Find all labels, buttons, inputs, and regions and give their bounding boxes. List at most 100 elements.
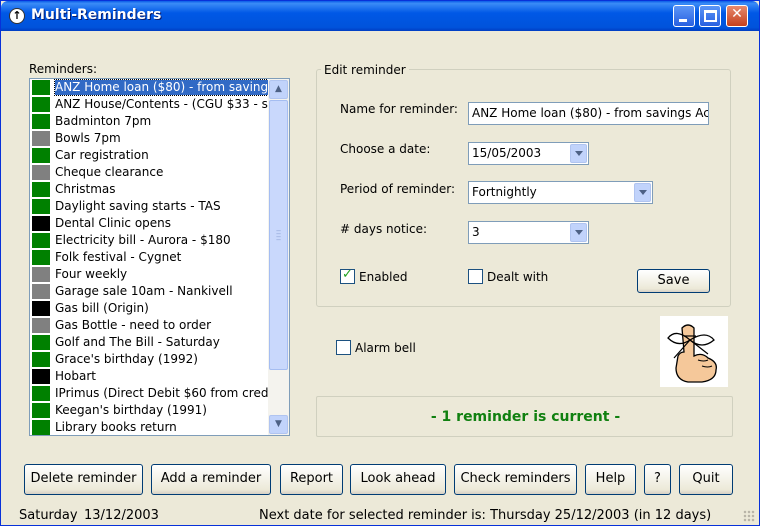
maximize-button[interactable]	[699, 5, 721, 27]
reminder-color-swatch	[32, 267, 50, 282]
reminders-listbox[interactable]: ANZ Home loan ($80) - from savings ANZ Ho…	[29, 78, 290, 436]
reminder-item-label: Library books return	[55, 420, 177, 434]
reminder-item[interactable]: ANZ House/Contents - (CGU $33 - s	[30, 96, 268, 113]
scroll-thumb[interactable]: ‒ ‒ ‒ ‒	[269, 100, 288, 370]
alarm-bell-checkbox[interactable]	[336, 340, 351, 355]
period-label: Period of reminder:	[340, 182, 456, 196]
reminder-color-swatch	[32, 97, 50, 112]
scroll-up-button[interactable]: ▲	[269, 80, 288, 99]
question-button[interactable]: ?	[644, 464, 671, 495]
enabled-label[interactable]: Enabled	[359, 270, 408, 284]
reminder-item-label: Bowls 7pm	[55, 131, 121, 145]
reminder-item[interactable]: Golf and The Bill - Saturday	[30, 334, 268, 351]
reminder-item[interactable]: ANZ Home loan ($80) - from savings	[30, 79, 268, 96]
date-label: Choose a date:	[340, 142, 431, 156]
reminder-item[interactable]: IPrimus (Direct Debit $60 from credit)	[30, 385, 268, 402]
reminder-color-swatch	[32, 80, 50, 95]
vertical-scrollbar[interactable]: ▲ ‒ ‒ ‒ ‒ ▼	[268, 79, 289, 435]
reminder-item-label: Cheque clearance	[55, 165, 164, 179]
reminder-item[interactable]: Christmas	[30, 181, 268, 198]
check-icon: ✓	[342, 267, 353, 282]
reminder-item[interactable]: Electricity bill - Aurora - $180	[30, 232, 268, 249]
reminder-color-swatch	[32, 199, 50, 214]
scroll-down-button[interactable]: ▼	[269, 415, 288, 434]
chevron-down-icon[interactable]	[634, 183, 651, 202]
resize-grip-icon[interactable]	[743, 510, 755, 522]
close-button[interactable]: ✕	[726, 5, 748, 27]
reminder-item[interactable]: Cheque clearance	[30, 164, 268, 181]
name-label: Name for reminder:	[340, 102, 458, 116]
quit-button[interactable]: Quit	[679, 464, 733, 495]
reminder-color-swatch	[32, 148, 50, 163]
alarm-bell-label[interactable]: Alarm bell	[355, 341, 416, 355]
delete-reminder-button[interactable]: Delete reminder	[24, 464, 143, 495]
help-button[interactable]: Help	[585, 464, 636, 495]
reminder-item[interactable]: Gas Bottle - need to order	[30, 317, 268, 334]
title-bar[interactable]: ↑ Multi-Reminders ✕	[1, 1, 759, 31]
reminder-item-label: Electricity bill - Aurora - $180	[55, 233, 231, 247]
reminder-color-swatch	[32, 284, 50, 299]
reminder-color-swatch	[32, 386, 50, 401]
enabled-checkbox[interactable]: ✓	[340, 267, 355, 284]
reminder-item[interactable]: Grace's birthday (1992)	[30, 351, 268, 368]
chevron-down-icon[interactable]	[570, 223, 587, 242]
dealt-with-label[interactable]: Dealt with	[487, 270, 548, 284]
minimize-button[interactable]	[673, 5, 695, 27]
reminder-item-label: ANZ Home loan ($80) - from savings	[53, 79, 268, 96]
reminder-item-label: Keegan's birthday (1991)	[55, 403, 207, 417]
period-value: Fortnightly	[472, 185, 537, 199]
minimize-icon	[679, 19, 687, 22]
period-select[interactable]: Fortnightly	[468, 181, 653, 204]
reminder-item[interactable]: Car registration	[30, 147, 268, 164]
reminder-color-swatch	[32, 182, 50, 197]
reminder-item[interactable]: Library books return	[30, 419, 268, 435]
reminder-item-label: Garage sale 10am - Nankivell	[55, 284, 233, 298]
date-value: 15/05/2003	[472, 146, 542, 160]
reminder-item[interactable]: Keegan's birthday (1991)	[30, 402, 268, 419]
reminder-item[interactable]: Hobart	[30, 368, 268, 385]
edit-reminder-legend: Edit reminder	[321, 63, 409, 77]
reminder-item[interactable]: Badminton 7pm	[30, 113, 268, 130]
reminder-item[interactable]: Four weekly	[30, 266, 268, 283]
reminder-item[interactable]: Daylight saving starts - TAS	[30, 198, 268, 215]
reminder-item-label: Christmas	[55, 182, 116, 196]
check-reminders-button[interactable]: Check reminders	[454, 464, 577, 495]
reminder-item-label: Car registration	[55, 148, 149, 162]
report-button[interactable]: Report	[280, 464, 343, 495]
reminder-item[interactable]: Gas bill (Origin)	[30, 300, 268, 317]
reminder-item[interactable]: Folk festival - Cygnet	[30, 249, 268, 266]
status-next-date: Next date for selected reminder is: Thur…	[259, 508, 712, 523]
notice-value: 3	[472, 225, 480, 239]
app-icon[interactable]: ↑	[9, 8, 25, 24]
reminder-item[interactable]: Garage sale 10am - Nankivell	[30, 283, 268, 300]
chevron-down-icon: ▼	[275, 419, 282, 429]
reminder-item[interactable]: Bowls 7pm	[30, 130, 268, 147]
reminder-color-swatch	[32, 420, 50, 435]
reminder-item-label: Daylight saving starts - TAS	[55, 199, 221, 213]
reminder-item[interactable]: Dental Clinic opens	[30, 215, 268, 232]
notice-select[interactable]: 3	[468, 221, 589, 244]
reminder-item-label: Folk festival - Cygnet	[55, 250, 182, 264]
reminder-color-swatch	[32, 318, 50, 333]
dealt-with-checkbox[interactable]	[468, 269, 483, 284]
name-field[interactable]: ANZ Home loan ($80) - from savings Acc	[468, 102, 709, 125]
reminder-color-swatch	[32, 165, 50, 180]
finger-string-icon	[660, 316, 728, 387]
status-panel: - 1 reminder is current -	[316, 396, 733, 437]
reminders-label: Reminders:	[29, 62, 98, 76]
reminder-color-swatch	[32, 233, 50, 248]
chevron-down-icon[interactable]	[570, 144, 587, 163]
reminder-item-label: Golf and The Bill - Saturday	[55, 335, 220, 349]
reminder-item-label: Four weekly	[55, 267, 128, 281]
reminder-item-label: Gas Bottle - need to order	[55, 318, 212, 332]
window-title: Multi-Reminders	[31, 7, 162, 23]
look-ahead-button[interactable]: Look ahead	[350, 464, 446, 495]
date-picker[interactable]: 15/05/2003	[468, 142, 589, 165]
add-reminder-button[interactable]: Add a reminder	[151, 464, 271, 495]
close-icon: ✕	[731, 6, 743, 22]
reminder-item-label: ANZ House/Contents - (CGU $33 - s	[55, 97, 268, 111]
save-button[interactable]: Save	[637, 269, 710, 293]
status-day: Saturday	[19, 508, 78, 523]
status-date: 13/12/2003	[84, 508, 159, 523]
reminder-color-swatch	[32, 301, 50, 316]
